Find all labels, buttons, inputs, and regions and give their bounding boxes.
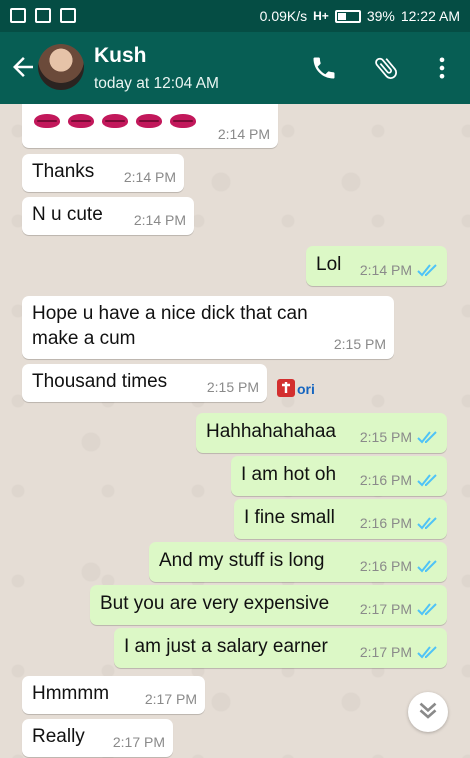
message-text-line: make a cum	[32, 328, 136, 349]
phone-icon[interactable]	[310, 54, 338, 82]
message-time: 2:17 PM	[359, 601, 412, 617]
message-bubble[interactable]: Hahhahahahaa 2:15 PM	[196, 413, 447, 453]
message-time: 2:16 PM	[359, 472, 412, 488]
read-ticks-icon	[417, 603, 437, 616]
message-time: 2:14 PM	[133, 212, 186, 228]
chat-header: Kush today at 12:04 AM	[0, 32, 470, 104]
watermark-logo: ori	[277, 379, 315, 397]
battery-level: 39%	[366, 8, 395, 24]
message-text: But you are very expensive	[100, 593, 330, 614]
message-time: 2:17 PM	[359, 644, 412, 660]
message-bubble[interactable]: I am just a salary earner 2:17 PM	[114, 628, 447, 668]
message-text: Hahhahahahaa	[206, 421, 336, 442]
kiss-lips-emoji-icon	[34, 114, 196, 128]
message-bubble[interactable]: Hmmmm 2:17 PM	[22, 676, 205, 714]
notification-icons	[10, 8, 76, 23]
read-ticks-icon	[417, 474, 437, 487]
message-time: 2:14 PM	[123, 169, 176, 185]
message-bubble[interactable]: I am hot oh 2:16 PM	[231, 456, 447, 496]
more-vert-icon[interactable]	[428, 54, 456, 82]
message-time: 2:14 PM	[359, 262, 412, 278]
last-seen: today at 12:04 AM	[94, 75, 219, 92]
status-bar: 0.09K/s H+ 39% 12:22 AM	[0, 0, 470, 32]
back-arrow-icon[interactable]	[8, 52, 38, 82]
paperclip-icon[interactable]	[372, 54, 400, 82]
message-text: I fine small	[244, 507, 335, 528]
read-ticks-icon	[417, 517, 437, 530]
contact-name[interactable]: Kush	[94, 44, 147, 68]
clock: 12:22 AM	[400, 8, 460, 24]
battery-icon	[334, 9, 361, 23]
watermark-text: ori	[297, 381, 315, 397]
message-text: Lol	[316, 254, 342, 275]
message-text: Thanks	[32, 161, 95, 182]
avatar[interactable]	[38, 44, 84, 90]
message-text: I am just a salary earner	[124, 636, 328, 657]
message-text: N u cute	[32, 204, 103, 225]
message-bubble[interactable]: Hope u have a nice dick that can make a …	[22, 296, 394, 359]
message-time: 2:15 PM	[359, 429, 412, 445]
message-bubble[interactable]: N u cute 2:14 PM	[22, 197, 194, 235]
message-time: 2:14 PM	[217, 126, 270, 142]
message-time: 2:15 PM	[333, 336, 386, 352]
read-ticks-icon	[417, 264, 437, 277]
message-text: Hmmmm	[32, 683, 110, 704]
message-text: Really	[32, 726, 85, 747]
message-time: 2:16 PM	[359, 515, 412, 531]
message-icon	[60, 8, 76, 23]
message-text: Thousand times	[32, 371, 168, 392]
scroll-to-bottom-button[interactable]	[408, 692, 448, 732]
image-icon	[35, 8, 51, 23]
message-bubble[interactable]: Lol 2:14 PM	[306, 246, 447, 286]
message-bubble[interactable]: Really 2:17 PM	[22, 719, 173, 757]
signal-icon: H+	[313, 9, 329, 23]
network-speed: 0.09K/s	[259, 8, 308, 24]
notification-icon	[10, 8, 26, 23]
message-text: And my stuff is long	[159, 550, 325, 571]
read-ticks-icon	[417, 560, 437, 573]
message-text: I am hot oh	[241, 464, 337, 485]
message-time: 2:15 PM	[206, 379, 259, 395]
message-time: 2:17 PM	[112, 734, 165, 750]
double-chevron-down-icon	[419, 702, 437, 719]
message-bubble[interactable]: Thanks 2:14 PM	[22, 154, 184, 192]
read-ticks-icon	[417, 431, 437, 444]
message-bubble[interactable]: And my stuff is long 2:16 PM	[149, 542, 447, 582]
message-list[interactable]: 2:14 PM Thanks 2:14 PM N u cute 2:14 PM …	[0, 104, 470, 758]
message-time: 2:16 PM	[359, 558, 412, 574]
message-bubble[interactable]: Thousand times 2:15 PM	[22, 364, 267, 402]
message-bubble[interactable]: 2:14 PM	[22, 104, 278, 148]
read-ticks-icon	[417, 646, 437, 659]
message-bubble[interactable]: But you are very expensive 2:17 PM	[90, 585, 447, 625]
message-bubble[interactable]: I fine small 2:16 PM	[234, 499, 447, 539]
message-text-line: Hope u have a nice dick that can	[32, 303, 308, 324]
message-time: 2:17 PM	[144, 691, 197, 707]
